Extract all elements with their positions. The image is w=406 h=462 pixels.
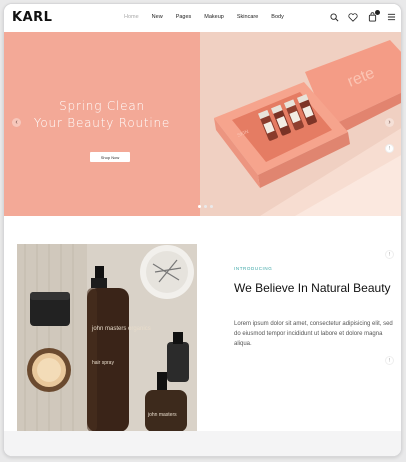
slider-dots [198, 205, 213, 208]
product-flatlay-illustration: john masters organics hair spray john ma… [17, 244, 197, 432]
product-flatlay-image: john masters organics hair spray john ma… [17, 244, 197, 432]
nav-item-home[interactable]: Home [124, 14, 139, 20]
info-icon[interactable]: ! [385, 250, 394, 259]
bottle-sublabel: hair spray [92, 360, 114, 366]
section-title: We Believe In Natural Beauty [234, 281, 391, 295]
slider-dot[interactable] [204, 205, 207, 208]
heart-icon[interactable] [347, 11, 359, 23]
slider-prev-arrow-icon[interactable]: ‹ [12, 118, 21, 127]
nav-item-makeup[interactable]: Makeup [204, 14, 224, 20]
shop-now-button[interactable]: Shop Now [90, 152, 130, 162]
hero-title-line2: Your Beauty Routine [33, 116, 171, 130]
slider-next-arrow-icon[interactable]: › [385, 118, 394, 127]
section-description: Lorem ipsum dolor sit amet, consectetur … [234, 321, 393, 347]
site-header: KARL Home New Pages Makeup Skincare Body [4, 4, 401, 32]
nav-item-body[interactable]: Body [271, 14, 284, 20]
site-logo[interactable]: KARL [12, 10, 52, 25]
menu-icon[interactable] [385, 11, 397, 23]
hero-side-info-icon[interactable]: ! [385, 144, 394, 153]
header-icons [328, 10, 397, 23]
hero-title-line1: Spring Clean [59, 99, 145, 113]
browser-frame: KARL Home New Pages Makeup Skincare Body [3, 3, 402, 457]
info-icon[interactable]: ! [385, 356, 394, 365]
intro-section: john masters organics hair spray john ma… [4, 216, 401, 456]
cosmetics-box-illustration: rete SKIN [214, 40, 401, 216]
next-section-strip [4, 431, 401, 456]
hero-slider: Spring Clean Your Beauty Routine Shop No… [4, 32, 401, 216]
section-eyebrow: INTRODUCING [234, 266, 273, 271]
cart-count-badge [375, 10, 380, 15]
nav-item-new[interactable]: New [152, 14, 163, 20]
main-nav: Home New Pages Makeup Skincare Body [124, 14, 297, 20]
nav-item-skincare[interactable]: Skincare [237, 14, 258, 20]
bottle-label: john masters organics [91, 326, 151, 332]
hero-text-panel: Spring Clean Your Beauty Routine Shop No… [4, 32, 200, 216]
search-icon[interactable] [328, 11, 340, 23]
cart-icon[interactable] [366, 10, 380, 23]
nav-item-pages[interactable]: Pages [176, 14, 192, 20]
slider-dot[interactable] [198, 205, 201, 208]
small-bottle-label: john masters [147, 412, 177, 418]
slider-dot[interactable] [210, 205, 213, 208]
hero-product-image: rete SKIN [200, 32, 401, 216]
